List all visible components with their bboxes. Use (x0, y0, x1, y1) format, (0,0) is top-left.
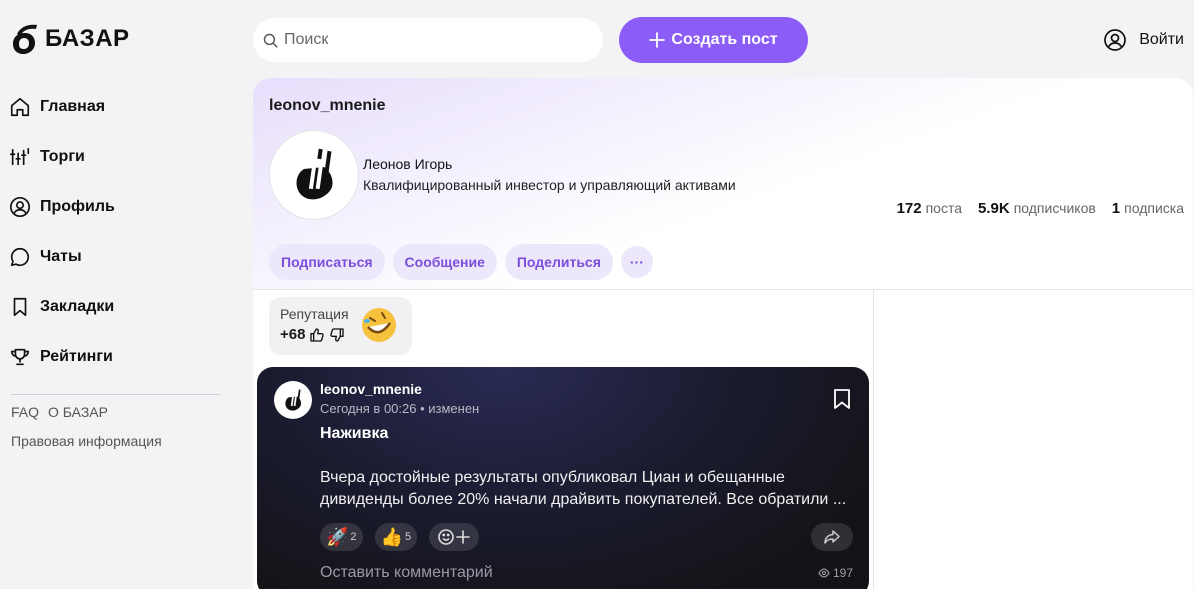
more-options-button[interactable]: ··· (620, 246, 653, 278)
share-profile-button[interactable]: Поделиться (504, 244, 613, 280)
brand-name: БАЗАР (45, 25, 130, 52)
profile-username: leonov_mnenie (269, 97, 386, 114)
profile-stats: 172 поста 5.9K подписчиков 1 подписка (897, 200, 1184, 217)
thumbs-down-icon[interactable] (329, 327, 345, 343)
sidebar-item-ratings[interactable]: Рейтинги (9, 332, 221, 382)
profile-bio: Квалифицированный инвестор и управляющий… (363, 177, 736, 193)
sidebar-nav: Главная Торги Профиль Чаты Закладки Рейт… (9, 82, 221, 382)
sidebar-item-bookmarks[interactable]: Закладки (9, 282, 221, 332)
profile-actions: Подписаться Сообщение Поделиться ··· (269, 244, 653, 280)
stat-subscribers[interactable]: 5.9K подписчиков (978, 200, 1096, 217)
add-reaction-button[interactable] (429, 523, 480, 551)
avatar-logo-icon (285, 389, 302, 411)
reaction-count: 5 (404, 531, 412, 543)
bookmark-icon (13, 297, 27, 317)
search-bar[interactable] (253, 18, 603, 62)
user-icon (1104, 29, 1127, 51)
chat-icon (10, 247, 30, 267)
profile-header: leonov_mnenie Леонов Игорь Квалифицирова… (253, 78, 1193, 289)
stat-subscriptions[interactable]: 1 подписка (1112, 200, 1184, 217)
subscribe-button[interactable]: Подписаться (269, 244, 385, 280)
comment-input[interactable]: Оставить комментарий (320, 564, 493, 582)
sidebar-item-label: Профиль (40, 198, 115, 215)
sidebar-item-label: Главная (40, 98, 106, 115)
bookmark-post-icon[interactable] (833, 388, 851, 410)
reaction-thumbs-up[interactable]: 👍 5 (374, 523, 418, 551)
avatar-logo-icon (296, 148, 333, 200)
reaction-rocket[interactable]: 🚀 2 (320, 523, 363, 551)
share-post-button[interactable] (811, 523, 853, 551)
laughing-emoji-icon (362, 308, 396, 342)
sidebar-divider (11, 394, 220, 395)
login-button[interactable]: Войти (1103, 28, 1184, 52)
profile-avatar[interactable] (269, 130, 359, 220)
trades-icon (10, 147, 30, 166)
sidebar-footer: FAQ О БАЗАР Правовая информация (11, 404, 162, 462)
post-views: 197 (818, 566, 853, 580)
sidebar-item-trades[interactable]: Торги (9, 132, 221, 182)
faq-link[interactable]: FAQ (11, 404, 39, 420)
create-post-label: Создать пост (671, 31, 778, 48)
profile-fullname: Леонов Игорь (363, 156, 453, 172)
trophy-icon (10, 348, 30, 366)
column-divider (873, 289, 874, 589)
home-icon (10, 97, 30, 117)
sidebar-item-profile[interactable]: Профиль (9, 182, 221, 232)
thumbs-up-emoji-icon: 👍 (380, 526, 403, 547)
eye-icon (818, 568, 830, 578)
post-author-avatar[interactable] (274, 381, 312, 419)
sidebar-item-label: Торги (40, 148, 85, 165)
sidebar-item-label: Рейтинги (40, 348, 113, 365)
post-title: Наживка (320, 425, 389, 442)
create-post-button[interactable]: Создать пост (619, 17, 808, 63)
post-reactions: 🚀 2 👍 5 (320, 523, 480, 551)
search-input[interactable] (284, 31, 584, 49)
sidebar-item-chats[interactable]: Чаты (9, 232, 221, 282)
post-author-name[interactable]: leonov_mnenie (320, 381, 422, 397)
smiley-plus-icon (438, 529, 470, 545)
stat-posts[interactable]: 172 поста (897, 200, 962, 217)
views-count: 197 (832, 566, 853, 580)
sidebar-item-home[interactable]: Главная (9, 82, 221, 132)
rocket-icon: 🚀 (326, 526, 349, 547)
search-icon (263, 33, 278, 48)
login-label: Войти (1139, 31, 1184, 48)
reputation-card: Репутация +68 (269, 297, 412, 355)
legal-link[interactable]: Правовая информация (11, 433, 162, 449)
post-card[interactable]: leonov_mnenie Сегодня в 00:26 • изменен … (257, 367, 869, 589)
message-button[interactable]: Сообщение (392, 244, 497, 280)
sidebar-item-label: Чаты (40, 248, 82, 265)
share-icon (824, 530, 840, 544)
sidebar-item-label: Закладки (40, 298, 115, 315)
brand-logo[interactable]: БАЗАР (9, 22, 130, 56)
post-body: Вчера достойные результаты опубликовал Ц… (320, 469, 847, 508)
profile-icon (10, 197, 30, 217)
bazar-logo-icon (13, 24, 37, 54)
reaction-count: 2 (350, 531, 357, 543)
thumbs-up-icon[interactable] (309, 327, 325, 343)
plus-icon (649, 32, 666, 48)
reputation-value: +68 (280, 326, 306, 343)
post-timestamp: Сегодня в 00:26 • изменен (320, 401, 480, 416)
about-link[interactable]: О БАЗАР (48, 404, 108, 420)
